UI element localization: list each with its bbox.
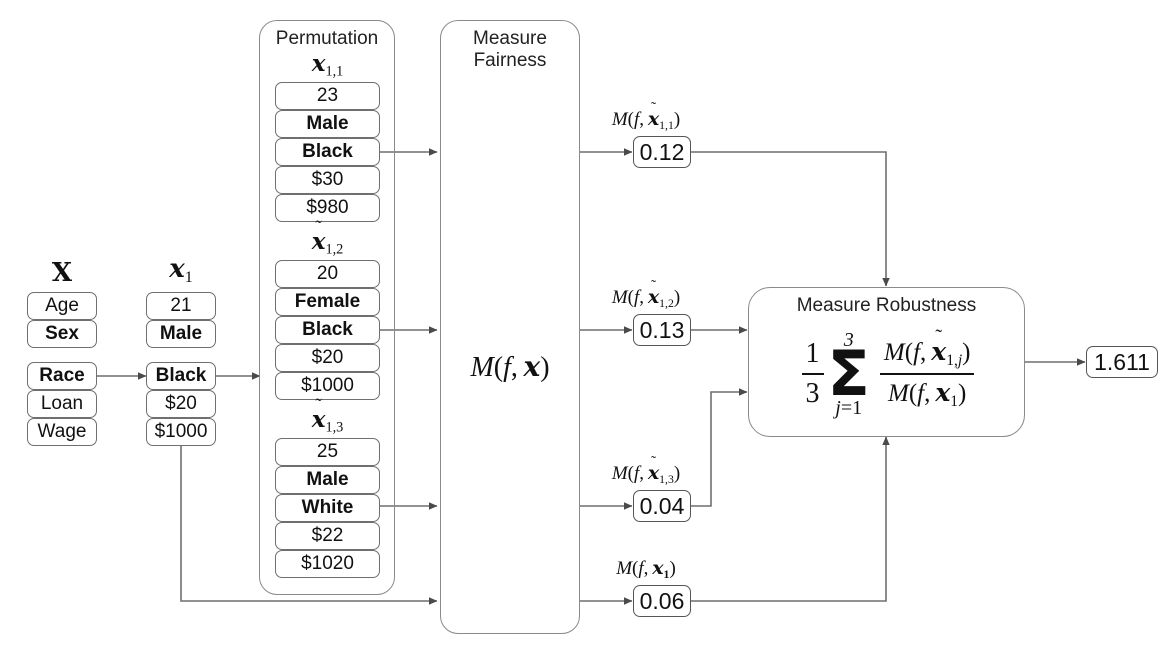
feature-cell-wage[interactable]: Wage [27, 418, 97, 446]
perm2-cell-age[interactable]: 20 [275, 260, 380, 288]
fairness-output-2-label: M(f, ˜ x1,2) [611, 277, 681, 310]
perm1-cell-loan[interactable]: $30 [275, 166, 380, 194]
perm1-cell-sex[interactable]: Male [275, 110, 380, 138]
permutation-col-1-header: x1,1 [275, 50, 380, 81]
perm1-cell-age[interactable]: 23 [275, 82, 380, 110]
robustness-coefficient-denominator: 3 [805, 378, 820, 409]
instance-header-subscript: 1 [184, 269, 193, 287]
instance-cell-sex[interactable]: Male [146, 320, 216, 348]
permutation-col-3-symbol: ˜ x [311, 395, 326, 433]
instance-cell-race[interactable]: Black [146, 362, 216, 390]
perm1-cell-wage[interactable]: $980 [275, 194, 380, 222]
robustness-panel-title: Measure Robustness [796, 295, 977, 316]
permutation-col-1-subscript: 1,1 [325, 63, 344, 80]
summation-lower-limit: j=1 [835, 397, 863, 420]
robustness-ratio: M(f, ˜ x1,j) M(f, x1) [879, 325, 975, 411]
robustness-formula: 1 3 3 Σ j=1 M(f, ˜ x1,j) M(f, x1) [762, 322, 1014, 426]
fairness-output-2-value[interactable]: 0.13 [633, 314, 691, 346]
feature-cell-sex[interactable]: Sex [27, 320, 97, 348]
permutation-col-1-symbol: x [311, 50, 326, 77]
fairness-output-3-value[interactable]: 0.04 [633, 490, 691, 522]
perm3-cell-wage[interactable]: $1020 [275, 550, 380, 578]
permutation-col-2-subscript: 1,2 [325, 241, 344, 258]
feature-cell-race[interactable]: Race [27, 362, 97, 390]
feature-cell-age[interactable]: Age [27, 292, 97, 320]
robustness-coefficient: 1 3 [801, 338, 824, 410]
feature-matrix-header-symbol: X [51, 258, 73, 288]
fairness-panel [440, 20, 580, 634]
fraction-bar-coefficient [801, 373, 824, 375]
fairness-output-1-label: M(f, ˜ x1,1) [611, 99, 681, 132]
diagram-canvas: X Age Sex Race Loan Wage x1 21 Male Blac… [0, 0, 1167, 653]
final-output-value[interactable]: 1.611 [1086, 346, 1158, 378]
robustness-coefficient-numerator: 1 [805, 338, 820, 369]
fairness-output-4-label: M(f, x1) [616, 557, 676, 581]
summation-operator: 3 Σ j=1 [828, 330, 870, 418]
permutation-panel-title: Permutation [275, 28, 379, 49]
instance-header: x1 [146, 254, 216, 287]
instance-cell-wage[interactable]: $1000 [146, 418, 216, 446]
perm3-cell-race[interactable]: White [275, 494, 380, 522]
perm2-cell-race[interactable]: Black [275, 316, 380, 344]
fairness-output-1-value[interactable]: 0.12 [633, 136, 691, 168]
perm1-cell-race[interactable]: Black [275, 138, 380, 166]
fairness-output-3-label: M(f, ˜ x1,3) [611, 453, 681, 486]
feature-matrix-header: X [27, 258, 97, 288]
robustness-ratio-numerator: M(f, ˜ x1,j) [883, 325, 971, 369]
fairness-panel-title-line2: Fairness [473, 50, 547, 71]
permutation-col-2-symbol: ˜ x [311, 217, 326, 255]
fairness-formula: M(f, x) [470, 350, 550, 383]
perm3-cell-sex[interactable]: Male [275, 466, 380, 494]
instance-header-symbol: x [169, 254, 185, 284]
permutation-col-3-subscript: 1,3 [325, 419, 344, 436]
perm2-cell-sex[interactable]: Female [275, 288, 380, 316]
robustness-ratio-denominator: M(f, x1) [888, 378, 967, 410]
wire-out1-to-robustness [691, 151, 890, 287]
perm3-cell-age[interactable]: 25 [275, 438, 380, 466]
wire-out3-to-robustness [691, 388, 748, 507]
fairness-panel-title-line1: Measure [473, 28, 547, 49]
perm3-cell-loan[interactable]: $22 [275, 522, 380, 550]
fairness-output-4-value[interactable]: 0.06 [633, 585, 691, 617]
instance-cell-loan[interactable]: $20 [146, 390, 216, 418]
instance-cell-age[interactable]: 21 [146, 292, 216, 320]
wire-out4-to-robustness [691, 436, 890, 602]
perm2-cell-wage[interactable]: $1000 [275, 372, 380, 400]
perm2-cell-loan[interactable]: $20 [275, 344, 380, 372]
permutation-col-3-header: ˜ x1,3 [275, 395, 380, 437]
sigma-icon: Σ [827, 336, 870, 410]
permutation-col-2-header: ˜ x1,2 [275, 217, 380, 259]
feature-cell-loan[interactable]: Loan [27, 390, 97, 418]
fraction-bar-ratio [879, 373, 975, 375]
